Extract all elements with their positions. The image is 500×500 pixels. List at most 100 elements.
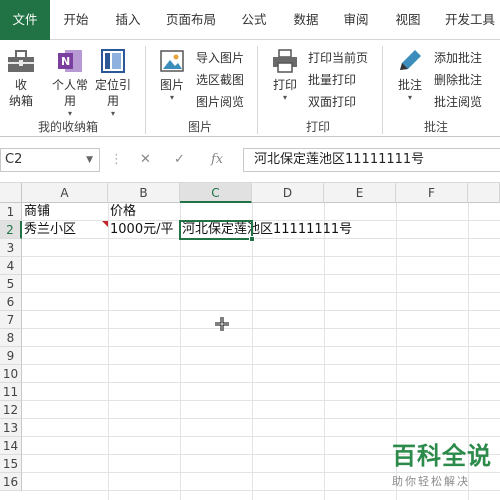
add-comment-button[interactable]: 添加批注	[434, 49, 482, 67]
picture-browse-label: 图片阅览	[196, 95, 245, 109]
chevron-down-icon[interactable]: ▼	[86, 149, 93, 171]
row-header-2[interactable]: 2	[0, 221, 22, 239]
group-label-print: 打印	[305, 120, 330, 134]
formula-input[interactable]: 河北保定莲池区11111111号	[243, 148, 500, 172]
selection-screenshot-label: 选区截图	[196, 73, 245, 87]
cell-a1[interactable]: 商铺	[22, 203, 108, 221]
storage-box-label: 收 纳箱	[8, 78, 33, 108]
cancel-icon[interactable]: ✕	[140, 148, 151, 172]
column-header-g[interactable]	[468, 183, 500, 203]
column-header-e[interactable]: E	[324, 183, 396, 203]
row-header-11[interactable]: 11	[0, 383, 22, 401]
tab-review[interactable]: 审阅	[338, 0, 374, 40]
chevron-down-icon: ▾	[407, 93, 412, 102]
add-comment-label: 添加批注	[434, 51, 483, 65]
tab-developer[interactable]: 开发工具	[440, 0, 500, 40]
pen-icon	[400, 50, 421, 70]
column-header-b[interactable]: B	[108, 183, 180, 203]
select-all-corner[interactable]	[0, 183, 22, 203]
gridline	[22, 274, 500, 275]
personal-favorites-label: 个人常 用	[51, 78, 88, 108]
gridline	[22, 364, 500, 365]
fill-handle[interactable]	[249, 236, 255, 242]
row-header-9[interactable]: 9	[0, 347, 22, 365]
row-header-15[interactable]: 15	[0, 455, 22, 473]
insert-function-icon[interactable]: fx	[211, 148, 223, 172]
group-separator	[257, 46, 258, 134]
batch-print-button[interactable]: 批量打印	[308, 71, 356, 89]
cell-a2[interactable]: 秀兰小区	[22, 221, 108, 239]
import-picture-label: 导入图片	[196, 51, 245, 65]
formula-buttons: ⋮ ✕ ✓ fx	[108, 148, 238, 172]
personal-favorites-button[interactable]: N 个人常 用 ▾	[50, 48, 90, 119]
move-cursor-icon	[215, 317, 229, 331]
gridline	[22, 382, 500, 383]
comment-label: 批注	[397, 78, 422, 92]
row-header-7[interactable]: 7	[0, 311, 22, 329]
picture-icon	[160, 50, 184, 72]
picture-label: 图片	[159, 78, 184, 92]
ribbon-tab-bar: 文件 开始 插入 页面布局 公式 数据 审阅 视图 开发工具	[0, 0, 500, 40]
locate-reference-label: 定位引 用	[94, 78, 131, 108]
row-header-10[interactable]: 10	[0, 365, 22, 383]
formula-bar: C2 ▼ ⋮ ✕ ✓ fx 河北保定莲池区11111111号	[0, 137, 500, 183]
gridline	[108, 203, 109, 500]
delete-comment-button[interactable]: 删除批注	[434, 71, 482, 89]
storage-box-button[interactable]: 收 纳箱	[4, 48, 38, 109]
tab-page-layout[interactable]: 页面布局	[160, 0, 222, 40]
ribbon: 收 纳箱 N 个人常 用 ▾ 定位引 用 ▾ 我的收纳箱 图片 ▾ 导入图片 选…	[0, 40, 500, 137]
batch-print-label: 批量打印	[308, 73, 357, 87]
active-cell-selection	[179, 220, 253, 240]
enter-check-icon[interactable]: ✓	[174, 148, 185, 172]
duplex-print-button[interactable]: 双面打印	[308, 93, 356, 111]
column-header-f[interactable]: F	[396, 183, 468, 203]
locate-reference-button[interactable]: 定位引 用 ▾	[92, 48, 134, 119]
print-label: 打印	[272, 78, 297, 92]
print-current-page-button[interactable]: 打印当前页	[308, 49, 368, 67]
gridline	[22, 490, 500, 491]
onenote-icon: N	[58, 50, 82, 72]
row-header-5[interactable]: 5	[0, 275, 22, 293]
group-label-comment: 批注	[423, 120, 448, 134]
tab-insert[interactable]: 插入	[110, 0, 146, 40]
more-options-icon[interactable]: ⋮	[110, 148, 123, 172]
row-header-8[interactable]: 8	[0, 329, 22, 347]
row-header-13[interactable]: 13	[0, 419, 22, 437]
row-header-16[interactable]: 16	[0, 473, 22, 491]
row-header-4[interactable]: 4	[0, 257, 22, 275]
row-header-14[interactable]: 14	[0, 437, 22, 455]
group-label-picture: 图片	[187, 120, 212, 134]
gridline	[22, 418, 500, 419]
row-header-12[interactable]: 12	[0, 401, 22, 419]
tab-formulas[interactable]: 公式	[236, 0, 272, 40]
import-picture-button[interactable]: 导入图片	[196, 49, 244, 67]
row-header-6[interactable]: 6	[0, 293, 22, 311]
column-header-d[interactable]: D	[252, 183, 324, 203]
row-header-3[interactable]: 3	[0, 239, 22, 257]
column-header-a[interactable]: A	[22, 183, 108, 203]
chevron-down-icon: ▾	[282, 93, 287, 102]
toolbox-icon	[8, 50, 34, 72]
row-header-1[interactable]: 1	[0, 203, 22, 221]
gridline	[180, 203, 181, 500]
name-box-value: C2	[5, 152, 23, 167]
cell-b1[interactable]: 价格	[108, 203, 180, 221]
tab-data[interactable]: 数据	[288, 0, 324, 40]
picture-button[interactable]: 图片 ▾	[154, 48, 190, 103]
name-box[interactable]: C2 ▼	[0, 148, 100, 172]
comment-browse-label: 批注阅览	[434, 95, 483, 109]
print-button[interactable]: 打印 ▾	[266, 48, 304, 103]
cell-b2[interactable]: 1000元/平	[108, 221, 180, 239]
chevron-down-icon: ▾	[169, 93, 174, 102]
column-header-c[interactable]: C	[180, 183, 252, 203]
comment-browse-button[interactable]: 批注阅览	[434, 93, 482, 111]
picture-browse-button[interactable]: 图片阅览	[196, 93, 244, 111]
printer-icon	[273, 49, 297, 73]
tab-file[interactable]: 文件	[0, 0, 50, 40]
tab-home[interactable]: 开始	[58, 0, 94, 40]
locate-reference-icon	[101, 49, 125, 73]
selection-screenshot-button[interactable]: 选区截图	[196, 71, 244, 89]
tab-view[interactable]: 视图	[390, 0, 426, 40]
gridline	[22, 310, 500, 311]
comment-button[interactable]: 批注 ▾	[392, 48, 428, 103]
